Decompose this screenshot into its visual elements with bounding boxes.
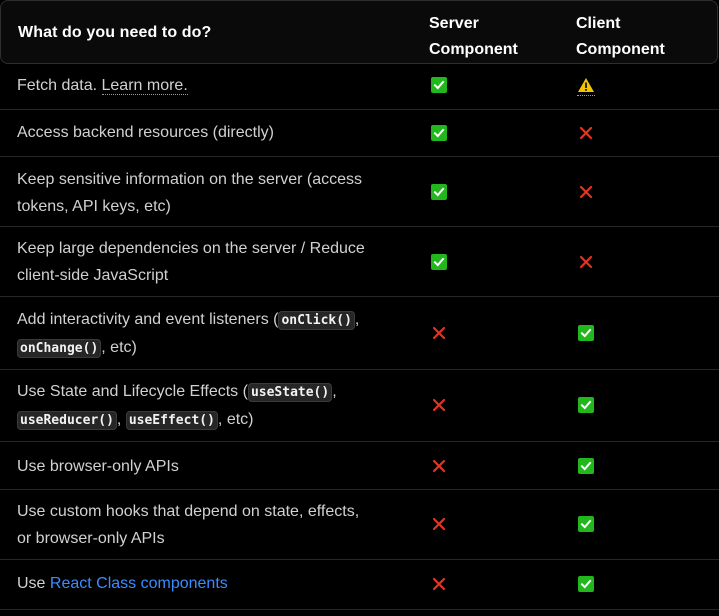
- task-text: Add interactivity and event listeners (o…: [17, 306, 407, 362]
- check-icon: [578, 325, 594, 341]
- table-row: Add interactivity and event listeners (o…: [0, 297, 719, 370]
- task-text: Use React Class components: [17, 570, 407, 597]
- task-line1: Keep sensitive information on the server…: [17, 171, 363, 188]
- warning-icon[interactable]: [577, 77, 595, 96]
- task-separator: ,: [354, 311, 360, 328]
- header-server-component: Server Component: [429, 11, 549, 63]
- header-client-line2: Component: [576, 41, 665, 58]
- task-line2: or browser-only APIs: [17, 530, 165, 547]
- client-cell: [577, 324, 595, 342]
- client-cell: [577, 183, 595, 201]
- client-cell: [577, 253, 595, 271]
- task-separator: ,: [332, 383, 337, 400]
- cross-icon: [579, 126, 593, 140]
- client-cell: [577, 396, 595, 414]
- code-usestate: useState(): [247, 383, 333, 402]
- header-server-line2: Component: [429, 41, 518, 58]
- task-text: Use browser-only APIs: [17, 458, 179, 475]
- table-row: Use browser-only APIs: [0, 442, 719, 490]
- server-cell: [430, 253, 448, 271]
- task-line2: useReducer(), useEffect(), etc): [17, 406, 407, 434]
- client-cell: [577, 515, 595, 533]
- code-onchange: onChange(): [17, 339, 102, 358]
- table-row: Access backend resources (directly): [0, 110, 719, 157]
- task-suffix: , etc): [101, 339, 137, 356]
- code-onclick: onClick(): [278, 311, 355, 330]
- task-line2: tokens, API keys, etc): [17, 198, 171, 215]
- server-cell: [430, 183, 448, 201]
- comparison-table: What do you need to do? Server Component…: [0, 0, 719, 610]
- check-icon: [431, 184, 447, 200]
- client-cell[interactable]: [577, 77, 595, 96]
- table-row: Use State and Lifecycle Effects (useStat…: [0, 370, 719, 442]
- cross-icon: [432, 326, 446, 340]
- server-cell: [430, 457, 448, 475]
- task-line1: Use custom hooks that depend on state, e…: [17, 503, 360, 520]
- cross-icon: [432, 459, 446, 473]
- header-client-component: Client Component: [576, 11, 696, 63]
- check-icon: [578, 576, 594, 592]
- server-cell: [430, 124, 448, 142]
- cross-icon: [432, 398, 446, 412]
- task-text: Keep sensitive information on the server…: [17, 166, 407, 220]
- table-header: What do you need to do? Server Component…: [0, 0, 718, 64]
- task-prefix: Use: [17, 575, 50, 592]
- check-icon: [578, 397, 594, 413]
- task-line2: onChange(), etc): [17, 334, 407, 362]
- task-text: Use custom hooks that depend on state, e…: [17, 498, 407, 552]
- client-cell: [577, 457, 595, 475]
- cross-icon: [579, 255, 593, 269]
- check-icon: [431, 254, 447, 270]
- server-cell: [430, 515, 448, 533]
- task-suffix: , etc): [217, 411, 254, 428]
- check-icon: [578, 516, 594, 532]
- task-line2: client-side JavaScript: [17, 267, 169, 284]
- task-text: Fetch data. Learn more.: [17, 72, 407, 99]
- task-line1: Add interactivity and event listeners (o…: [17, 306, 407, 334]
- table-row: Use custom hooks that depend on state, e…: [0, 490, 719, 560]
- check-icon: [431, 125, 447, 141]
- check-icon: [431, 77, 447, 93]
- task-text: Keep large dependencies on the server / …: [17, 235, 407, 289]
- task-prefix: Add interactivity and event listeners (: [17, 311, 279, 328]
- server-cell: [430, 575, 448, 593]
- header-client-line1: Client: [576, 15, 621, 32]
- client-cell: [577, 575, 595, 593]
- cross-icon: [432, 517, 446, 531]
- table-row: Fetch data. Learn more.: [0, 64, 719, 110]
- header-server-line1: Server: [429, 15, 479, 32]
- task-separator: ,: [116, 411, 122, 428]
- code-useeffect: useEffect(): [125, 411, 218, 430]
- task-line1: Keep large dependencies on the server / …: [17, 240, 365, 257]
- cross-icon: [579, 185, 593, 199]
- client-cell: [577, 124, 595, 142]
- check-icon: [578, 458, 594, 474]
- cross-icon: [432, 577, 446, 591]
- task-line1: Use State and Lifecycle Effects (useStat…: [17, 378, 407, 406]
- table-row: Keep sensitive information on the server…: [0, 157, 719, 227]
- task-text: Use State and Lifecycle Effects (useStat…: [17, 378, 407, 434]
- server-cell: [430, 76, 448, 94]
- table-row: Use React Class components: [0, 560, 719, 610]
- server-cell: [430, 324, 448, 342]
- task-text: Access backend resources (directly): [17, 124, 274, 141]
- table-row: Keep large dependencies on the server / …: [0, 227, 719, 297]
- react-class-components-link[interactable]: React Class components: [50, 575, 228, 592]
- learn-more-link[interactable]: Learn more.: [101, 77, 188, 95]
- header-task: What do you need to do?: [18, 24, 212, 41]
- task-prefix: Use State and Lifecycle Effects (: [17, 383, 248, 400]
- task-fetch-data: Fetch data.: [17, 77, 98, 94]
- code-usereducer: useReducer(): [17, 411, 117, 430]
- server-cell: [430, 396, 448, 414]
